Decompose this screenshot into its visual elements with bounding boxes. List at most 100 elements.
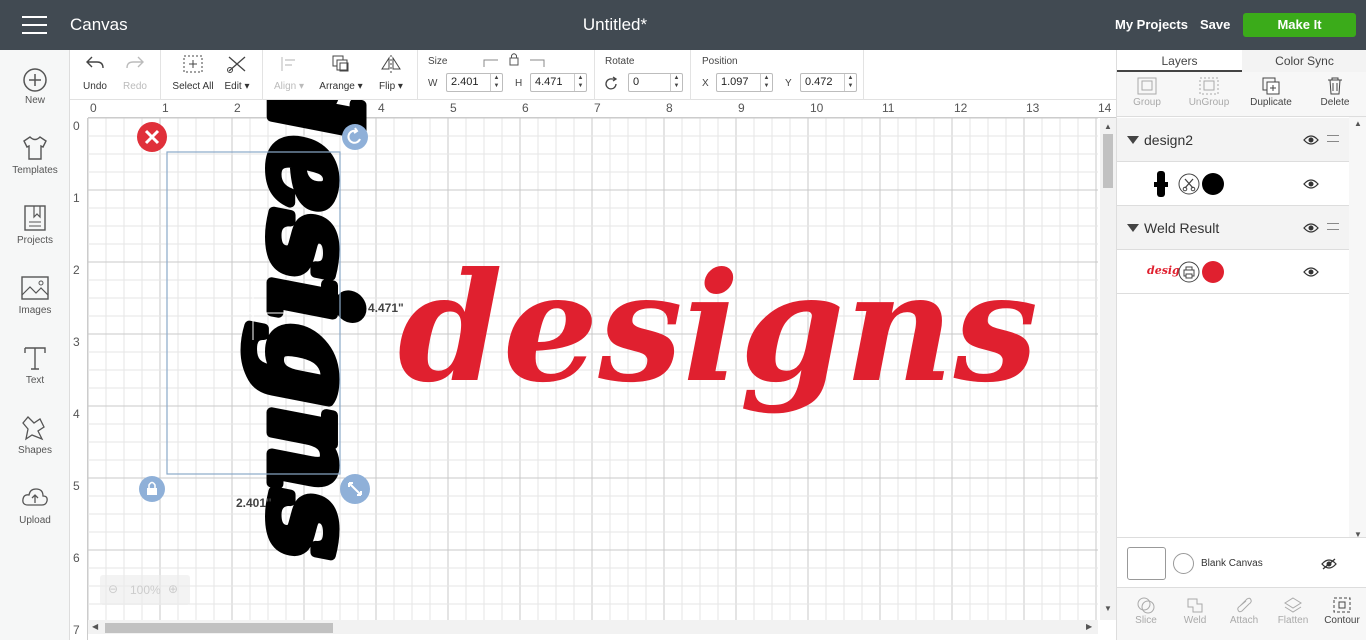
layer-actions: Group UnGroup Duplicate Delete: [1117, 72, 1366, 117]
rotate-input[interactable]: 0 ▲ ▼: [628, 73, 683, 92]
sidebar-item-images[interactable]: Images: [0, 273, 70, 316]
select-all-label: Select All: [172, 81, 214, 92]
slice-button[interactable]: Slice: [1121, 596, 1171, 626]
scroll-up-icon[interactable]: ▲: [1104, 122, 1112, 131]
select-all-button[interactable]: Select All: [169, 54, 217, 92]
lock-aspect-icon[interactable]: [482, 52, 546, 68]
zoom-control[interactable]: ⊖ 100% ⊕: [100, 575, 190, 605]
sidebar-item-upload[interactable]: Upload: [0, 483, 70, 526]
undo-button[interactable]: Undo: [82, 54, 108, 92]
layer-group-design2[interactable]: design2: [1117, 118, 1349, 162]
document-title[interactable]: Untitled*: [0, 15, 1230, 35]
zoom-in-button[interactable]: ⊕: [168, 582, 178, 596]
eye-icon[interactable]: [1303, 178, 1319, 190]
flatten-icon: [1284, 597, 1302, 613]
horizontal-scroll-thumb[interactable]: [105, 623, 333, 633]
delete-button[interactable]: Delete: [1305, 76, 1365, 108]
blank-canvas-row[interactable]: Blank Canvas: [1117, 537, 1366, 587]
flip-menu[interactable]: Flip ▾: [373, 54, 409, 92]
weld-result-design[interactable]: designs: [70, 100, 1116, 640]
canvas-preview[interactable]: [1127, 547, 1166, 580]
sidebar-item-templates[interactable]: Templates: [0, 133, 70, 176]
sidebar-item-label: New: [24, 95, 45, 106]
edit-label: Edit ▾: [224, 81, 250, 92]
eye-icon[interactable]: [1303, 134, 1319, 146]
position-label: Position: [702, 56, 738, 67]
contour-button[interactable]: Contour: [1317, 596, 1366, 626]
align-menu[interactable]: Align ▾: [269, 54, 309, 92]
layers-scrollbar[interactable]: ▲ ▼: [1349, 117, 1366, 542]
design-canvas[interactable]: 0 1 2 3 4 5 6 7 8 9 10 11 12 13 14 01234567 designs 4.…: [70, 100, 1116, 640]
sidebar-item-new[interactable]: New: [0, 67, 70, 106]
size-label: Size: [428, 56, 448, 67]
layer-item-weld-result[interactable]: designs: [1117, 250, 1349, 294]
save-link[interactable]: Save: [1200, 17, 1230, 32]
panel-tabs: Layers Color Sync: [1117, 50, 1366, 72]
ungroup-button[interactable]: UnGroup: [1179, 76, 1239, 108]
bottom-actions: Slice Weld Attach Flatten Contour: [1117, 587, 1366, 640]
x-position-input[interactable]: 1.097 ▲ ▼: [716, 73, 773, 92]
y-position-input[interactable]: 0.472 ▲ ▼: [800, 73, 857, 92]
hidden-eye-icon[interactable]: [1321, 558, 1337, 570]
zoom-out-button[interactable]: ⊖: [108, 582, 118, 596]
sidebar-item-label: Templates: [12, 165, 58, 176]
top-bar: Canvas Untitled* My Projects Save Make I…: [0, 0, 1366, 50]
layer-group-weld-result[interactable]: Weld Result: [1117, 206, 1349, 250]
layer-color-swatch[interactable]: [1202, 261, 1224, 283]
layer-item-design2[interactable]: [1117, 162, 1349, 206]
sidebar-item-label: Shapes: [18, 445, 52, 456]
arrange-label: Arrange ▾: [319, 81, 363, 92]
group-button[interactable]: Group: [1117, 76, 1177, 108]
make-it-button[interactable]: Make It: [1243, 13, 1356, 37]
layer-color-swatch[interactable]: [1202, 173, 1224, 195]
y-label: Y: [785, 78, 792, 89]
cut-operation-icon[interactable]: [1178, 173, 1200, 195]
rotate-stepper[interactable]: ▲ ▼: [670, 74, 682, 91]
tab-layers[interactable]: Layers: [1117, 50, 1242, 72]
svg-text:designs: designs: [398, 240, 1038, 416]
divider: [160, 50, 161, 100]
vertical-scroll-thumb[interactable]: [1103, 134, 1113, 188]
height-stepper[interactable]: ▲ ▼: [574, 74, 586, 91]
sidebar-item-label: Upload: [19, 515, 51, 526]
drag-handle-icon[interactable]: [1327, 135, 1339, 142]
flatten-label: Flatten: [1277, 615, 1309, 626]
vertical-scrollbar[interactable]: ▲ ▼: [1100, 118, 1116, 620]
arrange-menu[interactable]: Arrange ▾: [316, 54, 366, 92]
contour-label: Contour: [1324, 615, 1360, 626]
duplicate-icon: [1262, 77, 1280, 95]
scroll-left-icon[interactable]: ◀: [92, 622, 98, 631]
print-then-cut-icon[interactable]: [1178, 261, 1200, 283]
undo-icon: [86, 56, 104, 69]
weld-button[interactable]: Weld: [1170, 596, 1220, 626]
collapse-caret-icon[interactable]: [1127, 224, 1139, 232]
eye-icon[interactable]: [1303, 266, 1319, 278]
edit-menu[interactable]: Edit ▾: [220, 54, 254, 92]
width-stepper[interactable]: ▲ ▼: [490, 74, 502, 91]
tab-color-sync[interactable]: Color Sync: [1242, 50, 1366, 72]
drag-handle-icon[interactable]: [1327, 223, 1339, 230]
height-input[interactable]: 4.471 ▲ ▼: [530, 73, 587, 92]
width-input[interactable]: 2.401 ▲ ▼: [446, 73, 503, 92]
sidebar-item-shapes[interactable]: Shapes: [0, 413, 70, 456]
divider: [594, 50, 595, 100]
x-stepper[interactable]: ▲ ▼: [760, 74, 772, 91]
scroll-up-icon[interactable]: ▲: [1354, 119, 1362, 128]
duplicate-button[interactable]: Duplicate: [1241, 76, 1301, 108]
y-stepper[interactable]: ▲ ▼: [844, 74, 856, 91]
attach-button[interactable]: Attach: [1219, 596, 1269, 626]
redo-button[interactable]: Redo: [120, 54, 150, 92]
sidebar-item-label: Text: [25, 375, 45, 386]
flatten-button[interactable]: Flatten: [1268, 596, 1318, 626]
scroll-down-icon[interactable]: ▼: [1104, 604, 1112, 613]
my-projects-link[interactable]: My Projects: [1115, 17, 1188, 32]
scroll-right-icon[interactable]: ▶: [1086, 622, 1092, 631]
sidebar-item-text[interactable]: Text: [0, 343, 70, 386]
sidebar-item-projects[interactable]: Projects: [0, 203, 70, 246]
horizontal-scrollbar[interactable]: ◀ ▶: [88, 620, 1098, 634]
eye-icon[interactable]: [1303, 222, 1319, 234]
canvas-color-swatch[interactable]: [1173, 553, 1194, 574]
weld-label: Weld: [1183, 615, 1207, 626]
sidebar-item-label: Images: [18, 305, 52, 316]
collapse-caret-icon[interactable]: [1127, 136, 1139, 144]
